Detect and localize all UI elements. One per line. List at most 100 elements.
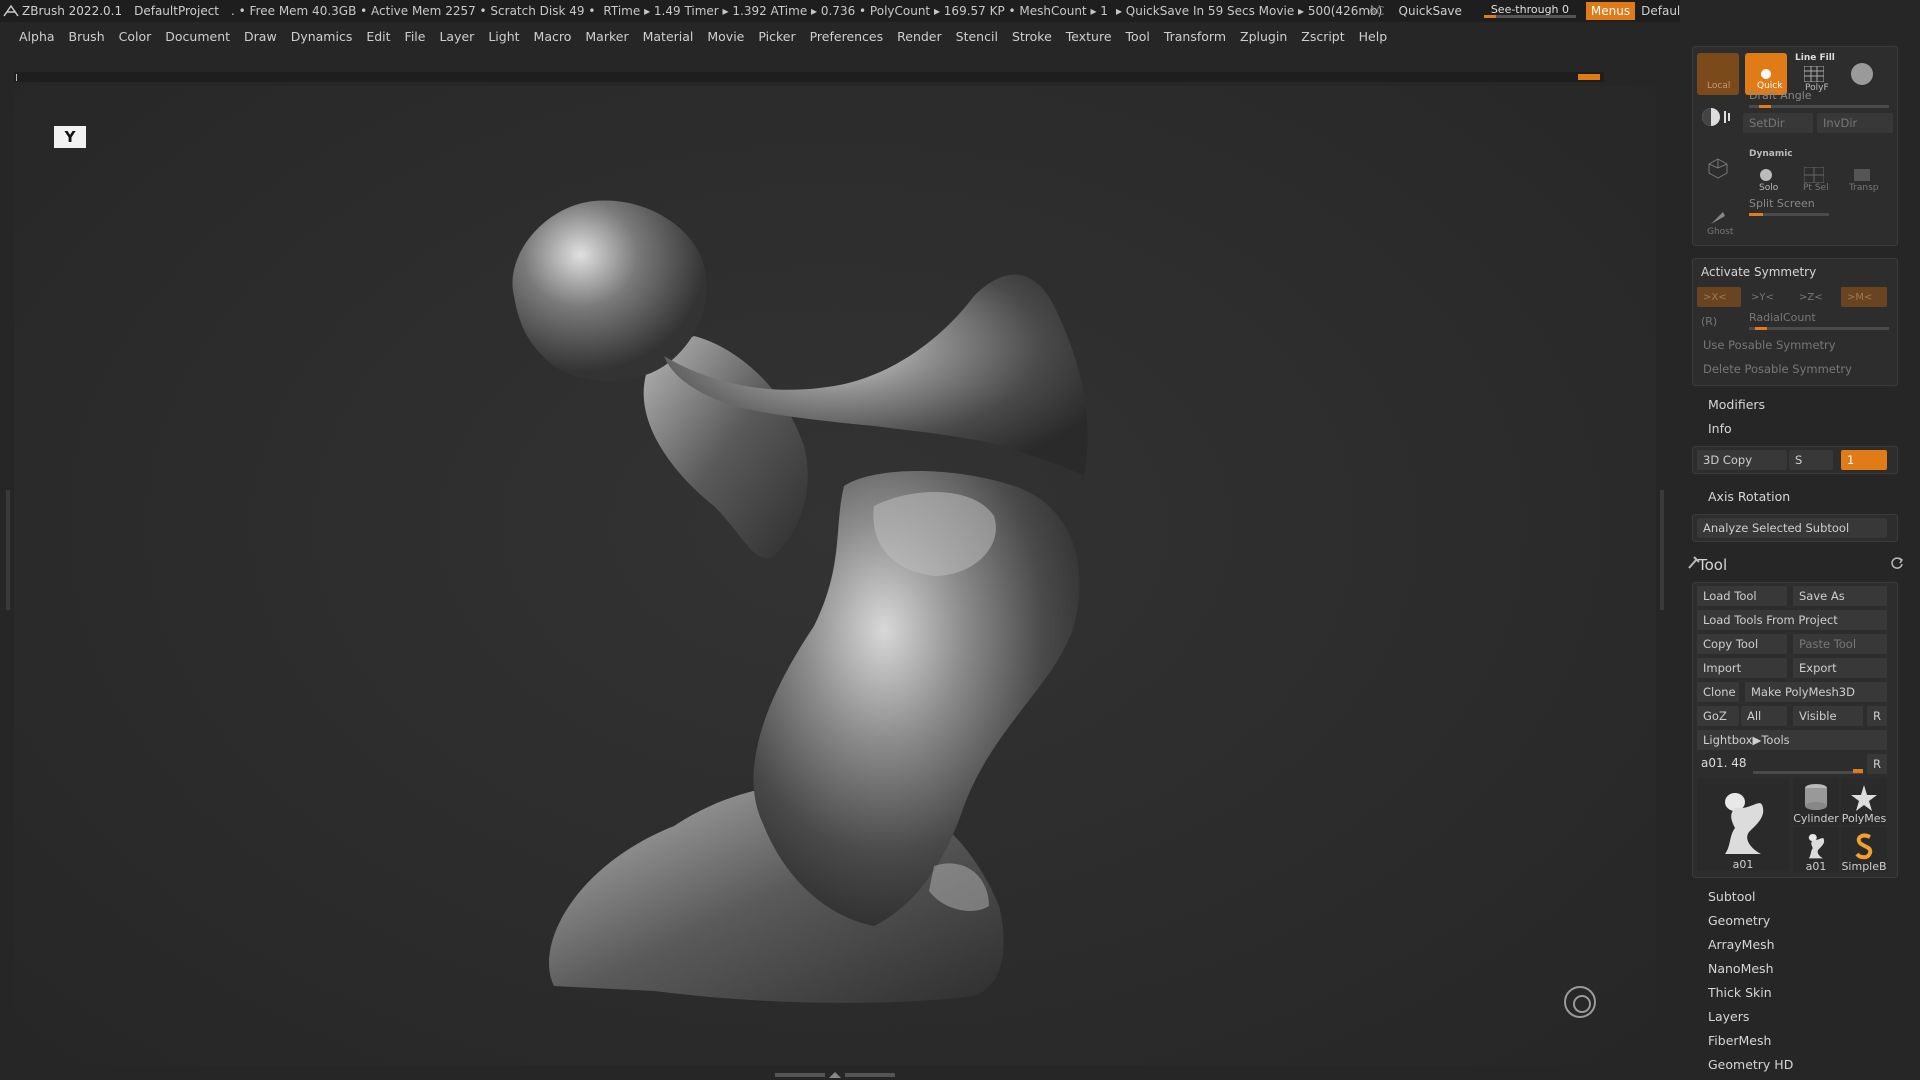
export-button[interactable]: Export <box>1793 658 1887 678</box>
right-tray-handle[interactable] <box>1660 490 1664 610</box>
info-subpalette[interactable]: Info <box>1708 421 1732 436</box>
copy-tool-button[interactable]: Copy Tool <box>1697 634 1787 654</box>
ac-button[interactable]: AC <box>1368 4 1384 18</box>
load-tools-from-project-button[interactable]: Load Tools From Project <box>1697 610 1887 630</box>
modifiers-subpalette[interactable]: Modifiers <box>1708 397 1765 412</box>
3d-copy-value-field[interactable]: 1 <box>1841 450 1887 470</box>
lightbox-tools-button[interactable]: Lightbox▶Tools <box>1697 730 1887 750</box>
menu-dynamics[interactable]: Dynamics <box>291 29 353 44</box>
make-polymesh3d-button[interactable]: Make PolyMesh3D <box>1745 682 1887 702</box>
3d-copy-button[interactable]: 3D Copy <box>1697 450 1787 470</box>
tool-panel: Load Tool Save As Load Tools From Projec… <box>1692 582 1898 878</box>
use-posable-symmetry-button[interactable]: Use Posable Symmetry <box>1697 335 1891 355</box>
setdir-button[interactable]: SetDir <box>1743 113 1813 133</box>
tool-slider[interactable] <box>1753 771 1863 774</box>
ptsel-button[interactable]: Pt Sel <box>1793 157 1835 193</box>
geometry-hd-subpalette[interactable]: Geometry HD <box>1708 1057 1793 1072</box>
menu-edit[interactable]: Edit <box>366 29 390 44</box>
menus-toggle-button[interactable]: Menus <box>1585 2 1636 20</box>
timeline-strip[interactable] <box>14 72 1604 82</box>
menu-marker[interactable]: Marker <box>585 29 628 44</box>
menu-preferences[interactable]: Preferences <box>810 29 884 44</box>
import-button[interactable]: Import <box>1697 658 1787 678</box>
analyze-selected-subtool-button[interactable]: Analyze Selected Subtool <box>1697 518 1887 538</box>
menu-document[interactable]: Document <box>165 29 230 44</box>
menu-render[interactable]: Render <box>897 29 942 44</box>
tool-thumb-a01-small[interactable]: a01 <box>1793 827 1839 873</box>
menu-stencil[interactable]: Stencil <box>956 29 998 44</box>
goz-visible-button[interactable]: Visible <box>1793 706 1863 726</box>
menu-color[interactable]: Color <box>119 29 152 44</box>
load-tool-button[interactable]: Load Tool <box>1697 586 1787 606</box>
menu-zscript[interactable]: Zscript <box>1301 29 1344 44</box>
menu-tool[interactable]: Tool <box>1126 29 1150 44</box>
quicksave-button[interactable]: QuickSave <box>1399 4 1462 18</box>
menu-file[interactable]: File <box>405 29 426 44</box>
menu-alpha[interactable]: Alpha <box>19 29 55 44</box>
radial-count-slider[interactable] <box>1749 327 1889 330</box>
symmetry-y-button[interactable]: >Y< <box>1745 287 1789 307</box>
local-button[interactable]: Local <box>1697 53 1739 95</box>
document-canvas[interactable]: Y <box>14 86 1656 1066</box>
transp-button[interactable]: Transp <box>1841 157 1883 193</box>
thick-skin-subpalette[interactable]: Thick Skin <box>1708 985 1772 1000</box>
menu-stroke[interactable]: Stroke <box>1012 29 1052 44</box>
see-through-fill <box>1483 15 1496 18</box>
tool-palette-title[interactable]: Tool <box>1698 556 1727 574</box>
menu-brush[interactable]: Brush <box>69 29 105 44</box>
left-tray-handle[interactable] <box>6 490 10 610</box>
goz-all-button[interactable]: All <box>1741 706 1787 726</box>
project-name: DefaultProject <box>134 4 220 18</box>
clone-button[interactable]: Clone <box>1697 682 1739 702</box>
symmetry-x-button[interactable]: >X< <box>1697 287 1741 307</box>
quick-sphere-icon <box>1761 69 1771 79</box>
see-through-slider[interactable]: See-through 0 <box>1480 3 1580 19</box>
transp-icon <box>1854 169 1870 181</box>
delete-posable-symmetry-button[interactable]: Delete Posable Symmetry <box>1697 359 1891 379</box>
menu-help[interactable]: Help <box>1359 29 1388 44</box>
tool-thumb-polymesh[interactable]: PolyMes <box>1841 779 1887 825</box>
tool-thumb-a01-large[interactable]: a01 <box>1697 779 1789 871</box>
invdir-button[interactable]: InvDir <box>1817 113 1893 133</box>
gyro-navigation-icon[interactable] <box>1564 986 1596 1018</box>
sculpt-mesh-viewport[interactable] <box>14 86 1656 1066</box>
menu-macro[interactable]: Macro <box>534 29 572 44</box>
symmetry-m-button[interactable]: >M< <box>1841 287 1887 307</box>
thumb-label-simplebrush: SimpleB <box>1841 860 1887 873</box>
axis-rotation-subpalette[interactable]: Axis Rotation <box>1708 489 1790 504</box>
solo-button[interactable]: Solo <box>1745 157 1787 193</box>
menu-movie[interactable]: Movie <box>707 29 744 44</box>
goz-button[interactable]: GoZ <box>1697 706 1739 726</box>
timeline-marker[interactable] <box>1578 74 1600 80</box>
menu-picker[interactable]: Picker <box>758 29 795 44</box>
geometry-subpalette[interactable]: Geometry <box>1708 913 1770 928</box>
radial-r-button[interactable]: (R) <box>1701 315 1717 328</box>
refresh-icon[interactable] <box>1890 556 1904 570</box>
sphere-render-button[interactable] <box>1841 53 1883 95</box>
menu-light[interactable]: Light <box>488 29 519 44</box>
menu-texture[interactable]: Texture <box>1066 29 1112 44</box>
draft-analysis-icon[interactable] <box>1699 105 1735 129</box>
tool-slider-r-button[interactable]: R <box>1867 754 1887 774</box>
tool-thumb-simplebrush[interactable]: SimpleB <box>1841 827 1887 873</box>
menu-draw[interactable]: Draw <box>244 29 277 44</box>
ghost-button[interactable]: Ghost <box>1697 197 1739 239</box>
layers-subpalette[interactable]: Layers <box>1708 1009 1749 1024</box>
paste-tool-button[interactable]: Paste Tool <box>1793 634 1887 654</box>
symmetry-z-button[interactable]: >Z< <box>1793 287 1837 307</box>
subtool-subpalette[interactable]: Subtool <box>1708 889 1755 904</box>
nanomesh-subpalette[interactable]: NanoMesh <box>1708 961 1774 976</box>
menu-layer[interactable]: Layer <box>439 29 474 44</box>
fibermesh-subpalette[interactable]: FiberMesh <box>1708 1033 1771 1048</box>
menu-zplugin[interactable]: Zplugin <box>1240 29 1287 44</box>
menu-transform[interactable]: Transform <box>1164 29 1226 44</box>
menu-material[interactable]: Material <box>643 29 694 44</box>
goz-r-button[interactable]: R <box>1867 706 1887 726</box>
frame-cube-icon[interactable] <box>1707 157 1729 179</box>
tool-thumb-cylinder[interactable]: Cylinder <box>1793 779 1839 825</box>
bottom-tray-handle[interactable] <box>770 1070 900 1080</box>
activate-symmetry-button[interactable]: Activate Symmetry <box>1701 265 1816 279</box>
3d-copy-s-button[interactable]: S <box>1789 450 1833 470</box>
arraymesh-subpalette[interactable]: ArrayMesh <box>1708 937 1775 952</box>
save-as-button[interactable]: Save As <box>1793 586 1887 606</box>
